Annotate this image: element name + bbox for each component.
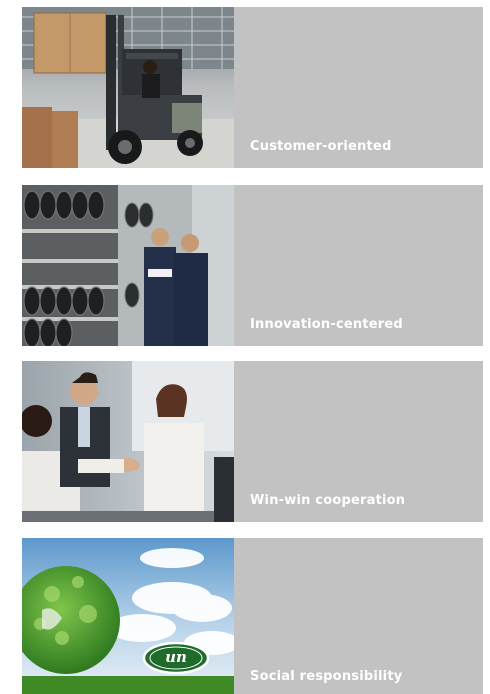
value-card-social-responsibility[interactable]: un Social responsibility xyxy=(22,538,483,694)
green-globe-photo: un xyxy=(22,538,234,694)
value-card-label: Customer-oriented xyxy=(250,139,392,154)
value-card-panel: Win-win cooperation xyxy=(234,361,483,522)
value-card-panel: Customer-oriented xyxy=(234,7,483,168)
value-card-panel: Social responsibility xyxy=(234,538,483,694)
business-handshake-photo xyxy=(22,361,234,522)
value-card-label: Win-win cooperation xyxy=(250,493,406,508)
value-card-innovation-centered[interactable]: Innovation-centered xyxy=(22,185,483,346)
tire-warehouse-workers-photo xyxy=(22,185,234,346)
value-card-customer-oriented[interactable]: Customer-oriented xyxy=(22,7,483,168)
value-card-label: Social responsibility xyxy=(250,669,403,684)
value-card-panel: Innovation-centered xyxy=(234,185,483,346)
un-logo-text: un xyxy=(165,648,187,666)
value-card-label: Innovation-centered xyxy=(250,317,403,332)
value-card-win-win-cooperation[interactable]: Win-win cooperation xyxy=(22,361,483,522)
forklift-warehouse-photo xyxy=(22,7,234,168)
